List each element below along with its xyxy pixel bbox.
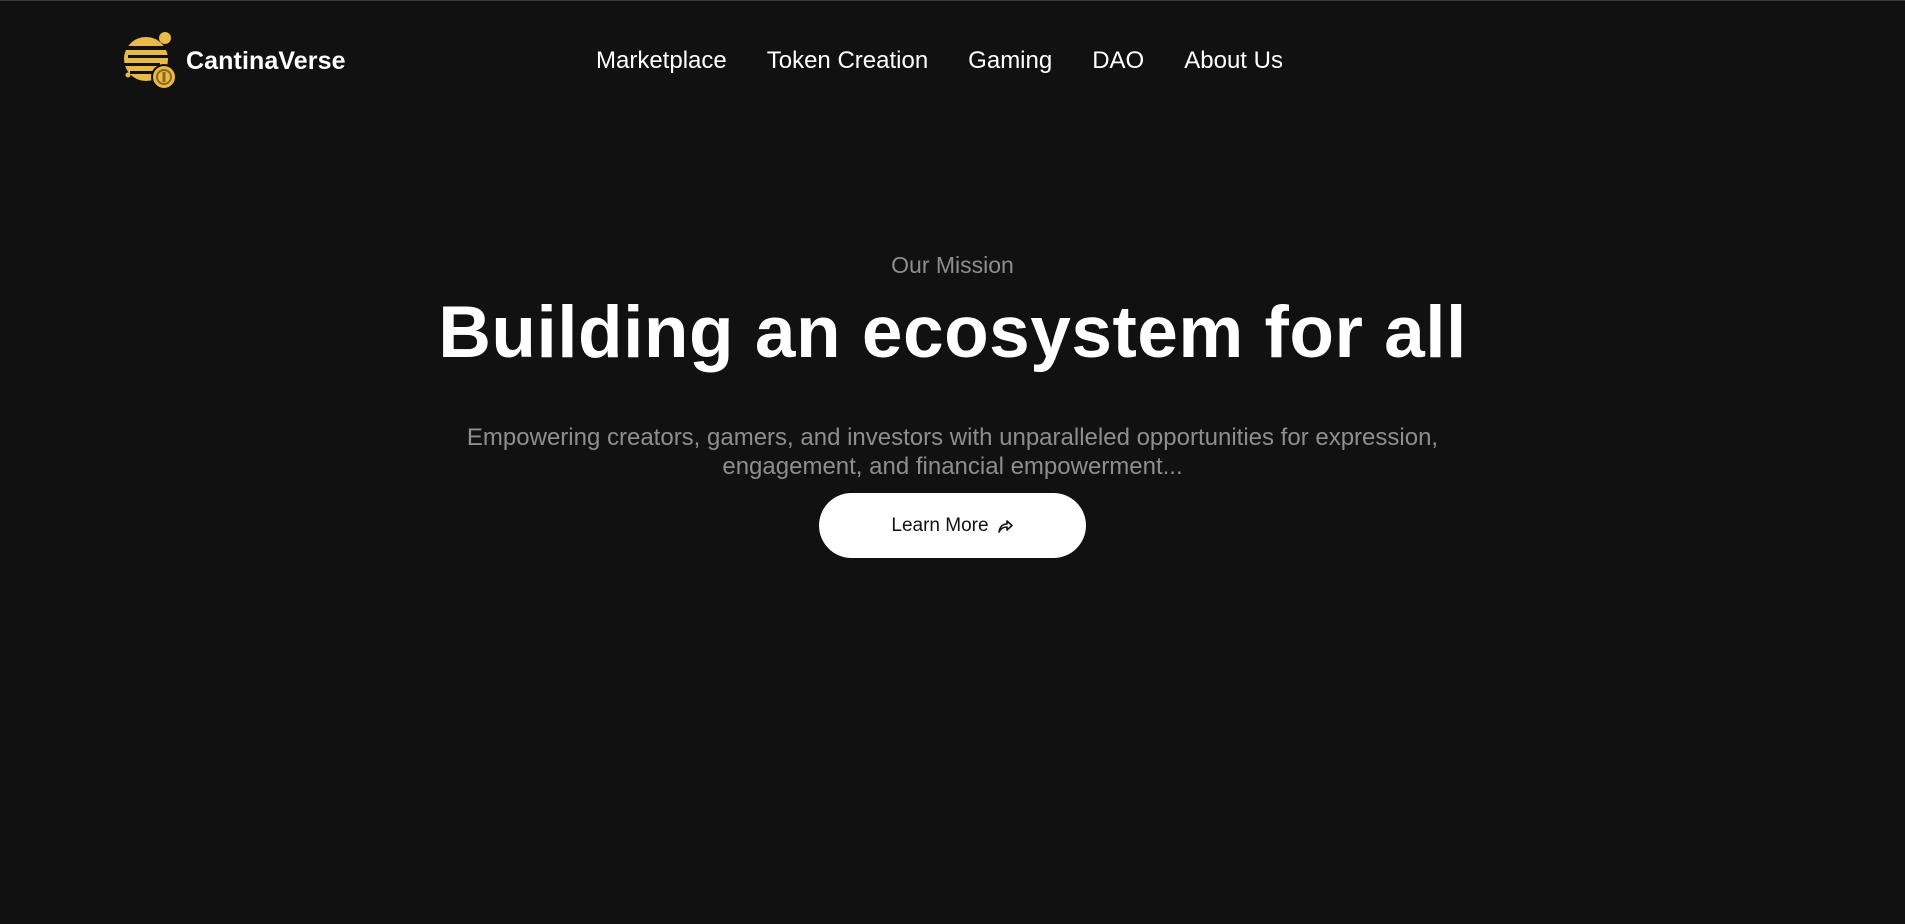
hero-eyebrow: Our Mission bbox=[891, 252, 1014, 278]
brand-name: CantinaVerse bbox=[186, 46, 346, 75]
nav-item-about-us[interactable]: About Us bbox=[1184, 45, 1283, 76]
brand-logo-link[interactable]: CantinaVerse bbox=[122, 30, 346, 92]
cantinaverse-logo-icon bbox=[122, 32, 177, 90]
nav-item-marketplace[interactable]: Marketplace bbox=[596, 45, 727, 76]
page: CantinaVerse Marketplace Token Creation … bbox=[0, 0, 1905, 924]
nav-item-gaming[interactable]: Gaming bbox=[968, 45, 1052, 76]
learn-more-button[interactable]: Learn More bbox=[819, 493, 1086, 558]
nav-item-dao[interactable]: DAO bbox=[1092, 45, 1144, 76]
nav-item-token-creation[interactable]: Token Creation bbox=[767, 45, 928, 76]
learn-more-label: Learn More bbox=[891, 514, 989, 536]
hero-subtext: Empowering creators, gamers, and investo… bbox=[466, 424, 1439, 480]
share-arrow-icon bbox=[997, 519, 1013, 533]
main-nav: Marketplace Token Creation Gaming DAO Ab… bbox=[596, 45, 1283, 76]
hero-headline: Building an ecosystem for all bbox=[438, 292, 1467, 373]
